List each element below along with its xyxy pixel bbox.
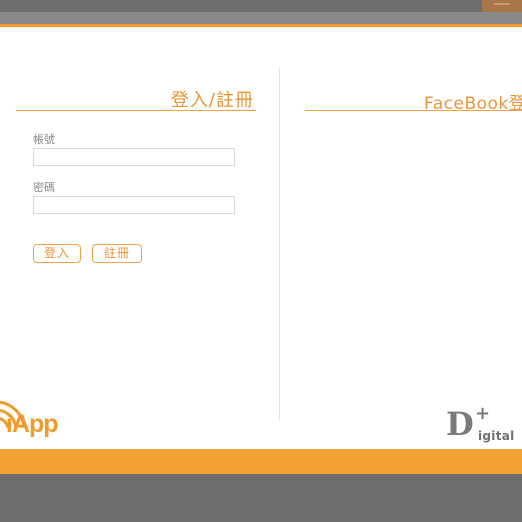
account-input[interactable] bbox=[33, 148, 235, 166]
login-button[interactable]: 登入 bbox=[33, 244, 81, 263]
login-screen: 登入/註冊 帳號 密碼 登入 註冊 FaceBook登 iApp D + igi… bbox=[0, 0, 522, 522]
top-frame bbox=[0, 0, 522, 12]
register-button[interactable]: 註冊 bbox=[92, 244, 142, 263]
top-frame-edge bbox=[0, 12, 522, 24]
app-logo-text: iApp bbox=[6, 410, 59, 438]
digital-logo-text: igital bbox=[478, 429, 515, 443]
facebook-title-underline bbox=[305, 110, 522, 111]
bottom-frame bbox=[0, 474, 522, 522]
account-label: 帳號 bbox=[33, 133, 55, 146]
password-input[interactable] bbox=[33, 196, 235, 214]
password-label: 密碼 bbox=[33, 181, 55, 194]
digital-logo-letter: D bbox=[446, 405, 474, 443]
minimize-icon[interactable] bbox=[482, 0, 522, 12]
login-title-underline bbox=[16, 110, 256, 111]
digital-logo-plus: + bbox=[475, 403, 491, 424]
bottom-accent-band bbox=[0, 449, 522, 474]
section-divider bbox=[279, 68, 280, 420]
login-register-title: 登入/註冊 bbox=[170, 90, 254, 111]
